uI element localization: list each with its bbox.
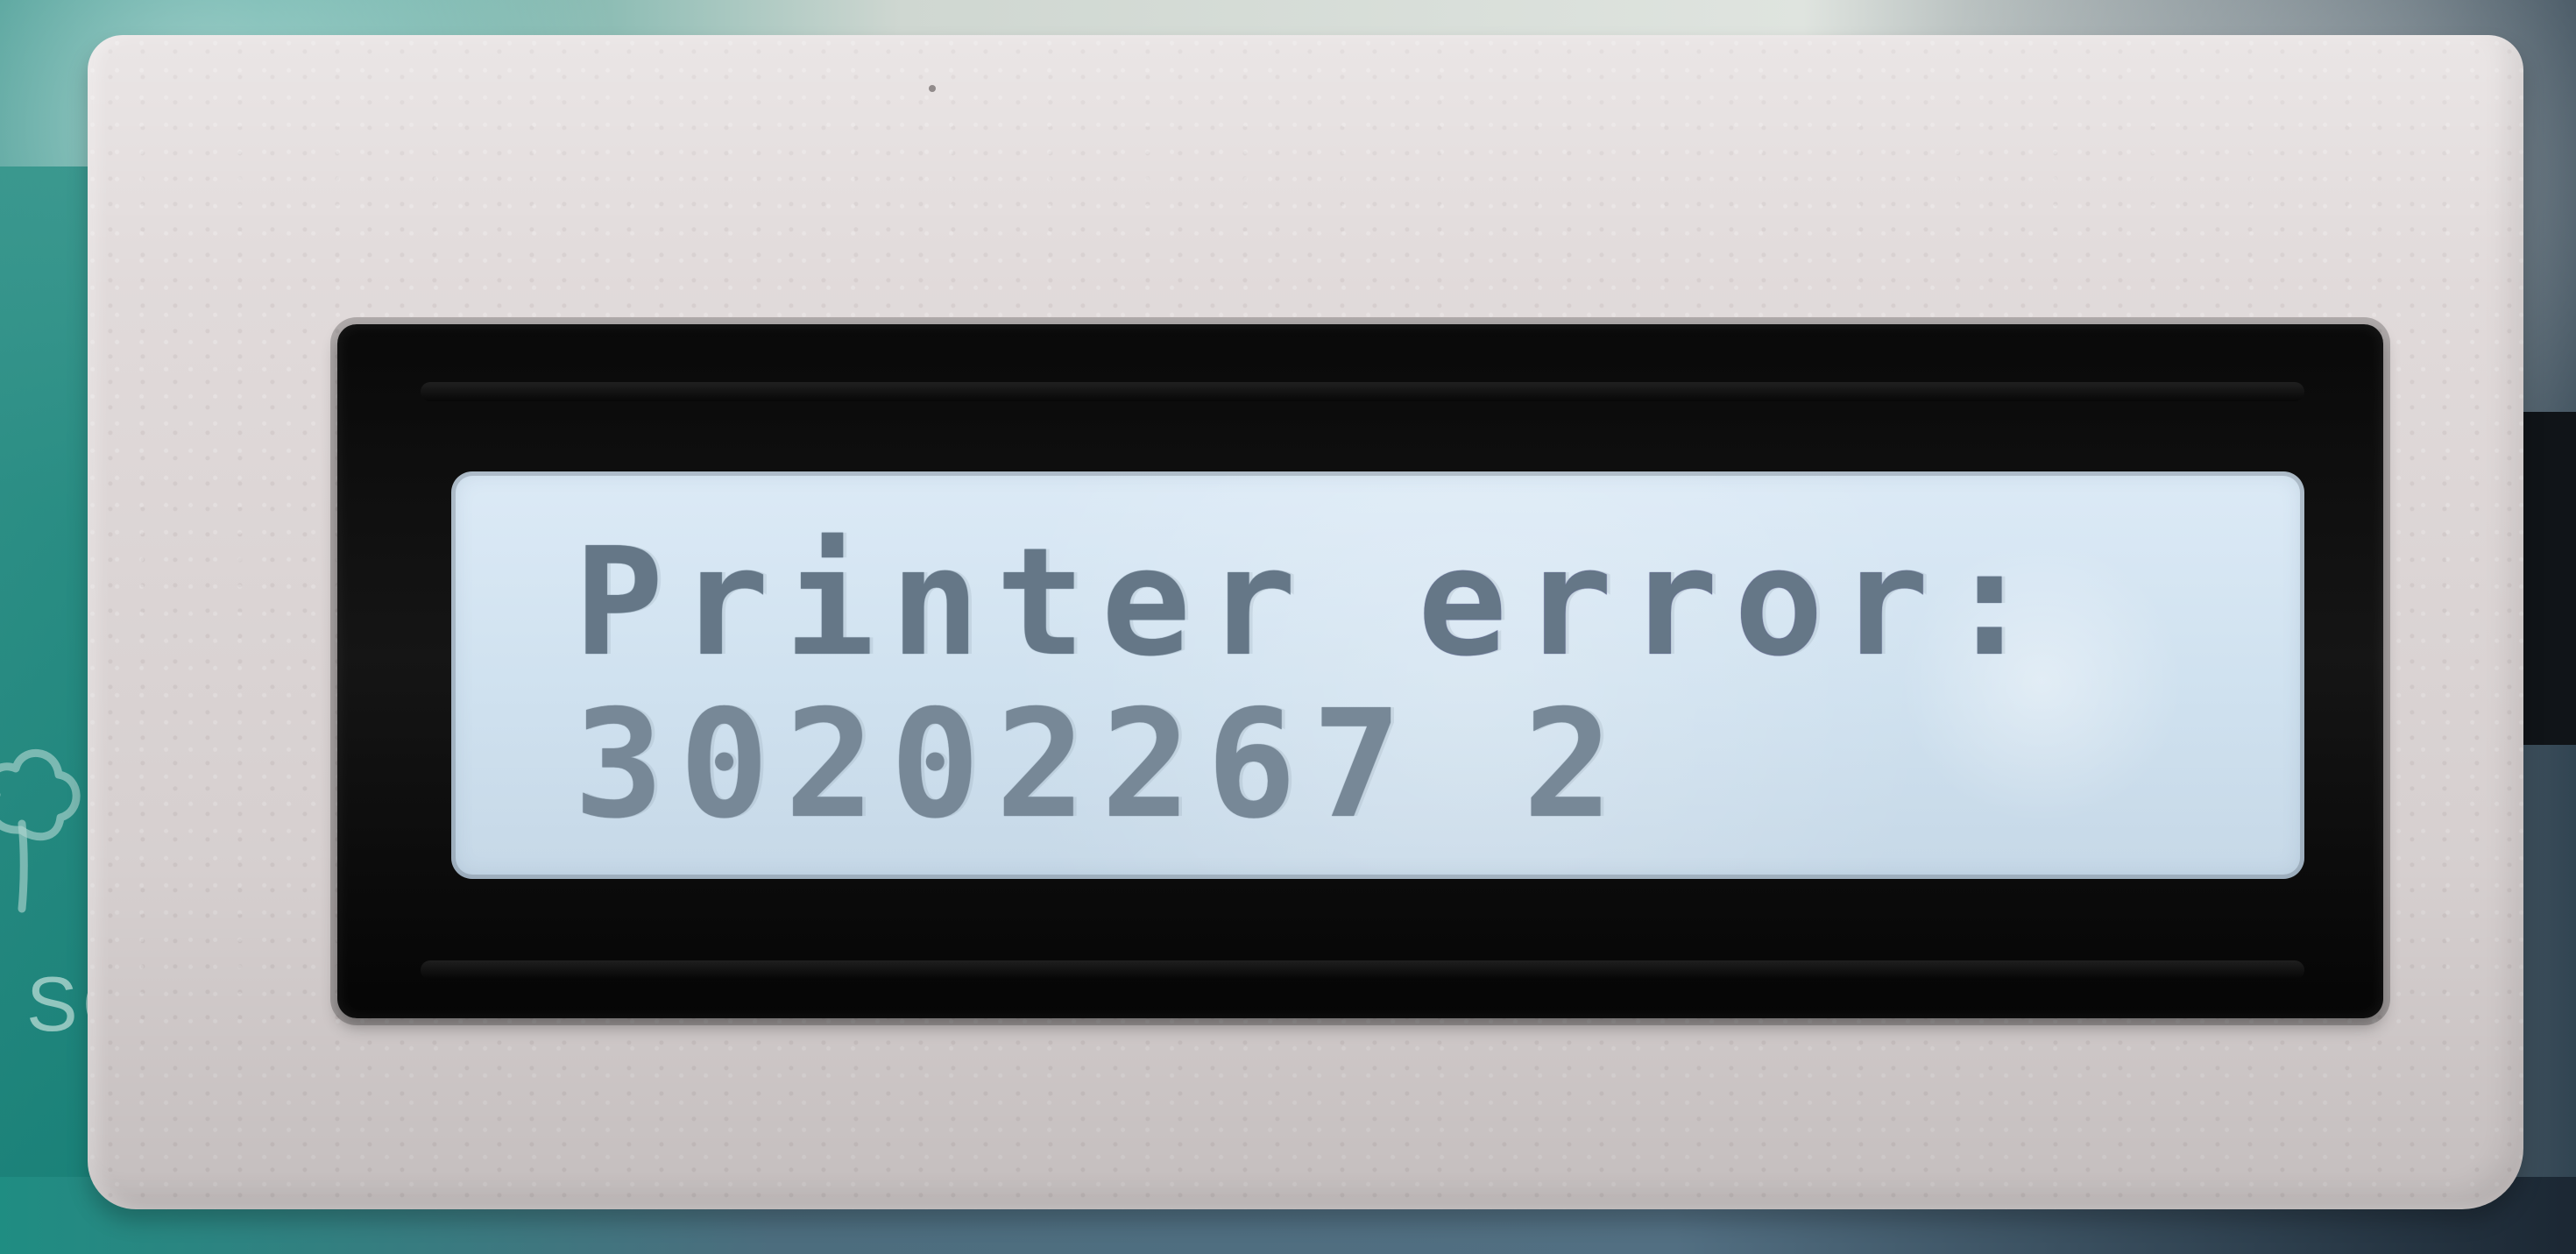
bezel-top-slot xyxy=(421,382,2304,401)
lcd-line-1-error-label: Printer error: xyxy=(574,516,2050,690)
lcd-photo-scene: SC Printer error: 30202267 2 xyxy=(0,0,2576,1254)
dark-backdrop-edge xyxy=(2515,412,2576,745)
tree-icon xyxy=(0,749,81,913)
surface-speck xyxy=(929,85,936,92)
bezel-bottom-slot xyxy=(421,960,2304,980)
lcd-line-2-error-code: 30202267 2 xyxy=(574,678,1629,852)
lcd-display: Printer error: 30202267 2 xyxy=(451,471,2304,879)
printer-lcd-enclosure: Printer error: 30202267 2 xyxy=(88,35,2523,1209)
